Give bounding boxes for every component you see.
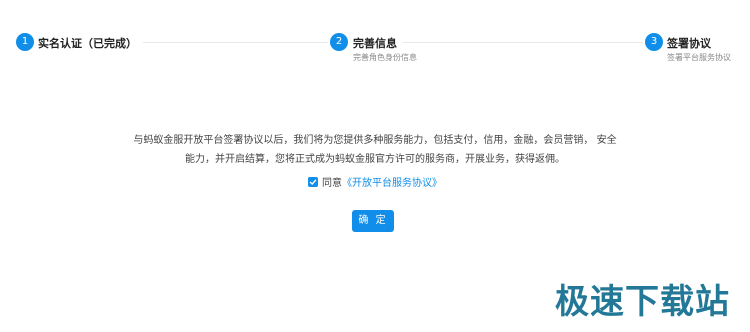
step-connector-1 bbox=[120, 42, 328, 43]
check-icon bbox=[309, 179, 317, 185]
step-3-desc: 签署平台服务协议 bbox=[667, 53, 731, 62]
notice-line-2: 能力，并开启结算，您将正式成为蚂蚁金服官方许可的服务商，开展业务，获得返佣。 bbox=[185, 154, 565, 165]
step-connector-2 bbox=[395, 42, 643, 43]
step-2-number: 2 bbox=[330, 33, 348, 51]
steps-bar: 1 实名认证（已完成） 2 完善信息 完善角色身份信息 3 签署协议 签署平台服… bbox=[0, 0, 750, 70]
step-1-number: 1 bbox=[16, 33, 34, 51]
step-3-title: 签署协议 bbox=[667, 35, 717, 51]
confirm-button[interactable]: 确 定 bbox=[352, 210, 394, 232]
step-2-title: 完善信息 bbox=[353, 35, 403, 51]
agree-checkbox[interactable] bbox=[308, 177, 318, 187]
step-3-number: 3 bbox=[645, 33, 663, 51]
watermark-logo: 极速下载站 bbox=[555, 282, 730, 322]
agreement-notice: 与蚂蚁金服开放平台签署协议以后，我们将为您提供多种服务能力，包括支付，信用，金融… bbox=[130, 131, 620, 169]
service-agreement-link[interactable]: 《开放平台服务协议》 bbox=[342, 178, 442, 189]
agree-label: 同意 bbox=[322, 178, 342, 189]
agreement-row: 同意《开放平台服务协议》 bbox=[0, 174, 750, 189]
notice-line-1: 与蚂蚁金服开放平台签署协议以后，我们将为您提供多种服务能力，包括支付，信用，金融… bbox=[133, 135, 617, 146]
step-1-title: 实名认证（已完成） bbox=[38, 35, 143, 51]
step-2-desc: 完善角色身份信息 bbox=[353, 53, 417, 62]
